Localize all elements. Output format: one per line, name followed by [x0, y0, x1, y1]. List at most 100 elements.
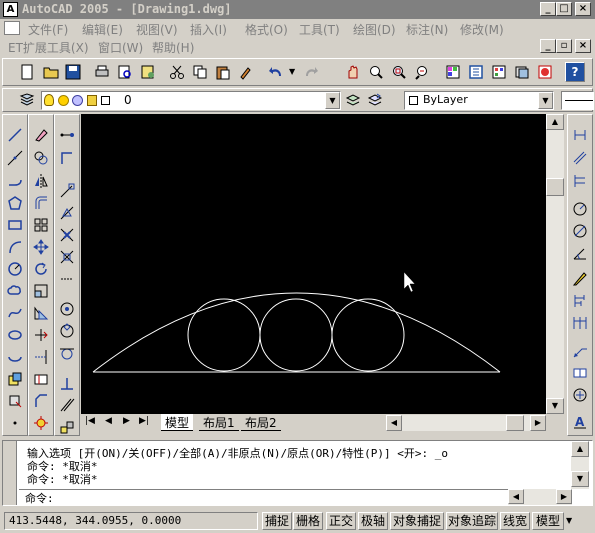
- otrack-button[interactable]: 对象追踪: [446, 512, 498, 530]
- tab-last-icon[interactable]: ▶|: [139, 416, 149, 426]
- command-scroll-down-icon[interactable]: ▼: [571, 471, 589, 487]
- snap-intersection-icon[interactable]: [57, 225, 77, 245]
- pan-realtime-icon[interactable]: [343, 62, 363, 82]
- aligned-dimension-icon[interactable]: [570, 148, 590, 168]
- print-icon[interactable]: [92, 62, 112, 82]
- scroll-right-arrow-icon[interactable]: ▶: [530, 415, 546, 431]
- polyline-icon[interactable]: [5, 171, 25, 191]
- lineweight-button[interactable]: 线宽: [500, 512, 530, 530]
- scroll-down-arrow-icon[interactable]: ▼: [546, 398, 564, 414]
- insert-block-icon[interactable]: [5, 369, 25, 389]
- menu-dimension[interactable]: 标注(N): [406, 21, 448, 38]
- tool-palettes-icon[interactable]: [489, 62, 509, 82]
- polygon-icon[interactable]: [5, 193, 25, 213]
- layer-dropdown-arrow-icon[interactable]: ▼: [325, 92, 340, 109]
- zoom-realtime-icon[interactable]: [366, 62, 386, 82]
- horizontal-scrollbar[interactable]: ◀ ▶: [386, 415, 546, 431]
- construction-line-icon[interactable]: [5, 148, 25, 168]
- rectangle-icon[interactable]: [5, 215, 25, 235]
- color-control-dropdown[interactable]: ByLayer ▼: [404, 91, 554, 110]
- tab-model[interactable]: 模型: [161, 414, 194, 431]
- command-scroll-right-icon[interactable]: ▶: [556, 489, 572, 504]
- snap-apparent-intersection-icon[interactable]: [57, 247, 77, 267]
- trim-icon[interactable]: [31, 325, 51, 345]
- design-center-icon[interactable]: [466, 62, 486, 82]
- tolerance-icon[interactable]: [570, 363, 590, 383]
- ellipse-arc-icon[interactable]: [5, 347, 25, 367]
- redo-icon[interactable]: [301, 62, 321, 82]
- mirror-icon[interactable]: [31, 171, 51, 191]
- polar-button[interactable]: 极轴: [358, 512, 388, 530]
- extend-icon[interactable]: [31, 347, 51, 367]
- doc-restore-button[interactable]: ▫: [556, 39, 572, 53]
- help-icon[interactable]: ?: [565, 62, 585, 82]
- tab-first-icon[interactable]: |◀: [85, 416, 95, 426]
- scroll-thumb[interactable]: [546, 178, 564, 196]
- snap-from-icon[interactable]: [57, 148, 77, 168]
- snap-center-icon[interactable]: [57, 299, 77, 319]
- dimension-edit-icon[interactable]: A: [570, 411, 590, 431]
- color-dropdown-arrow-icon[interactable]: ▼: [538, 92, 553, 109]
- menu-draw[interactable]: 绘图(D): [353, 21, 396, 38]
- tab-layout2[interactable]: 布局2: [241, 414, 281, 431]
- grid-button[interactable]: 栅格: [293, 512, 323, 530]
- baseline-dimension-icon[interactable]: [570, 291, 590, 311]
- snap-quadrant-icon[interactable]: [57, 321, 77, 341]
- close-button[interactable]: ×: [575, 2, 591, 16]
- properties-icon[interactable]: [443, 62, 463, 82]
- linear-dimension-icon[interactable]: [570, 125, 590, 145]
- scroll-up-arrow-icon[interactable]: ▲: [546, 114, 564, 130]
- open-icon[interactable]: [41, 62, 61, 82]
- plot-preview-icon[interactable]: [115, 62, 135, 82]
- erase-icon[interactable]: [31, 125, 51, 145]
- linetype-control-dropdown[interactable]: [561, 91, 594, 110]
- maximize-button[interactable]: □: [556, 2, 572, 16]
- cut-icon[interactable]: [167, 62, 187, 82]
- model-space-button[interactable]: 模型: [532, 512, 564, 530]
- center-mark-icon[interactable]: [570, 385, 590, 405]
- snap-perpendicular-icon[interactable]: [57, 373, 77, 393]
- osnap-button[interactable]: 对象捕捉: [390, 512, 444, 530]
- make-block-icon[interactable]: [5, 391, 25, 411]
- stretch-icon[interactable]: [31, 303, 51, 323]
- snap-midpoint-icon[interactable]: [57, 203, 77, 223]
- move-icon[interactable]: [31, 237, 51, 257]
- diameter-dimension-icon[interactable]: [570, 221, 590, 241]
- command-vscroll[interactable]: ▲ ▼: [571, 441, 589, 489]
- ordinate-dimension-icon[interactable]: [570, 171, 590, 191]
- menu-tools[interactable]: 工具(T): [299, 21, 340, 38]
- continue-dimension-icon[interactable]: [570, 313, 590, 333]
- zoom-window-icon[interactable]: [389, 62, 409, 82]
- paste-icon[interactable]: [213, 62, 233, 82]
- menu-window[interactable]: 窗口(W): [98, 39, 143, 56]
- point-icon[interactable]: [5, 413, 25, 433]
- match-properties-icon[interactable]: [236, 62, 256, 82]
- ortho-button[interactable]: 正交: [326, 512, 356, 530]
- command-scroll-left-icon[interactable]: ◀: [508, 489, 524, 504]
- layer-dropdown[interactable]: 0 ▼: [41, 91, 341, 110]
- scroll-left-arrow-icon[interactable]: ◀: [386, 415, 402, 431]
- line-icon[interactable]: [5, 125, 25, 145]
- temporary-track-icon[interactable]: [57, 125, 77, 145]
- tab-next-icon[interactable]: ▶: [123, 416, 130, 426]
- tab-layout1[interactable]: 布局1: [199, 414, 239, 431]
- snap-parallel-icon[interactable]: [57, 395, 77, 415]
- menu-insert[interactable]: 插入(I): [190, 21, 227, 38]
- radius-dimension-icon[interactable]: [570, 199, 590, 219]
- layer-previous-icon[interactable]: [365, 90, 385, 110]
- hscroll-thumb[interactable]: [506, 415, 524, 431]
- zoom-previous-icon[interactable]: [412, 62, 432, 82]
- arc-icon[interactable]: [5, 237, 25, 257]
- undo-dropdown-icon[interactable]: ▼: [289, 67, 295, 76]
- spline-icon[interactable]: [5, 303, 25, 323]
- snap-extension-icon[interactable]: [57, 269, 77, 289]
- doc-close-button[interactable]: ×: [575, 39, 591, 53]
- vertical-scrollbar[interactable]: ▲ ▼: [546, 114, 564, 414]
- save-icon[interactable]: [63, 62, 83, 82]
- menu-format[interactable]: 格式(O): [245, 21, 288, 38]
- command-window-grip[interactable]: [3, 441, 17, 505]
- explode-icon[interactable]: [31, 413, 51, 433]
- scale-icon[interactable]: [31, 281, 51, 301]
- angular-dimension-icon[interactable]: [570, 243, 590, 263]
- snap-tangent-icon[interactable]: [57, 343, 77, 363]
